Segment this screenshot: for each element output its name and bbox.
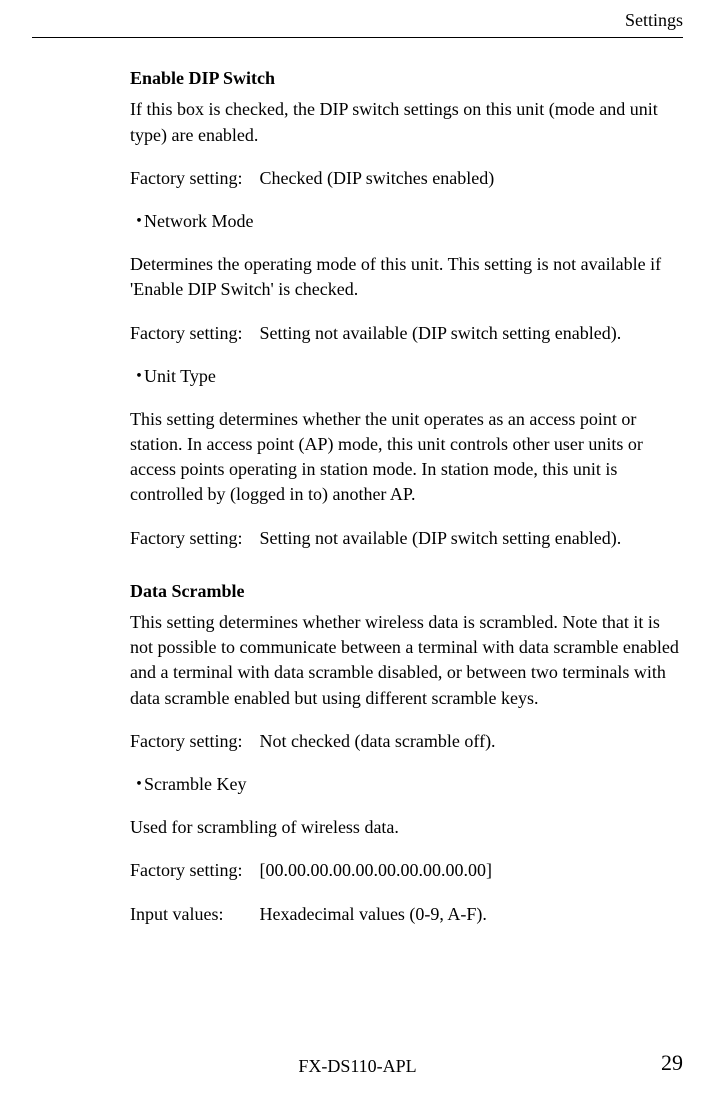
- factory-label: Factory setting:: [130, 729, 255, 754]
- factory-label: Factory setting:: [130, 166, 255, 191]
- factory-enable-dip: Factory setting: Checked (DIP switches e…: [130, 166, 683, 191]
- subheading-unit-type: ・Unit Type: [130, 364, 683, 389]
- subheading-text: Unit Type: [144, 366, 216, 386]
- input-values-scramble-key: Input values: Hexadecimal values (0-9, A…: [130, 902, 683, 927]
- page-header: Settings: [0, 0, 715, 38]
- factory-label: Factory setting:: [130, 321, 255, 346]
- factory-network-mode: Factory setting: Setting not available (…: [130, 321, 683, 346]
- content: Enable DIP Switch If this box is checked…: [0, 38, 715, 927]
- spacer: [130, 569, 683, 579]
- factory-value: [00.00.00.00.00.00.00.00.00.00]: [260, 860, 493, 880]
- header-title: Settings: [32, 8, 683, 33]
- page-footer: FX-DS110-APL 29: [0, 1054, 715, 1079]
- factory-value: Checked (DIP switches enabled): [260, 168, 495, 188]
- footer-model: FX-DS110-APL: [32, 1054, 683, 1079]
- footer-page-number: 29: [661, 1048, 683, 1079]
- factory-unit-type: Factory setting: Setting not available (…: [130, 526, 683, 551]
- factory-scramble-key: Factory setting: [00.00.00.00.00.00.00.0…: [130, 858, 683, 883]
- factory-label: Factory setting:: [130, 858, 255, 883]
- subheading-text: Network Mode: [144, 211, 253, 231]
- factory-value: Not checked (data scramble off).: [260, 731, 496, 751]
- subheading-network-mode: ・Network Mode: [130, 209, 683, 234]
- body-unit-type: This setting determines whether the unit…: [130, 407, 683, 508]
- heading-enable-dip: Enable DIP Switch: [130, 66, 683, 91]
- factory-value: Setting not available (DIP switch settin…: [260, 323, 622, 343]
- bullet-icon: ・: [130, 772, 144, 797]
- body-scramble-key: Used for scrambling of wireless data.: [130, 815, 683, 840]
- factory-label: Factory setting:: [130, 526, 255, 551]
- bullet-icon: ・: [130, 209, 144, 234]
- factory-data-scramble: Factory setting: Not checked (data scram…: [130, 729, 683, 754]
- input-label: Input values:: [130, 902, 255, 927]
- bullet-icon: ・: [130, 364, 144, 389]
- heading-data-scramble: Data Scramble: [130, 579, 683, 604]
- body-data-scramble: This setting determines whether wireless…: [130, 610, 683, 711]
- factory-value: Setting not available (DIP switch settin…: [260, 528, 622, 548]
- body-enable-dip: If this box is checked, the DIP switch s…: [130, 97, 683, 147]
- body-network-mode: Determines the operating mode of this un…: [130, 252, 683, 302]
- input-value: Hexadecimal values (0-9, A-F).: [260, 904, 487, 924]
- subheading-scramble-key: ・Scramble Key: [130, 772, 683, 797]
- subheading-text: Scramble Key: [144, 774, 246, 794]
